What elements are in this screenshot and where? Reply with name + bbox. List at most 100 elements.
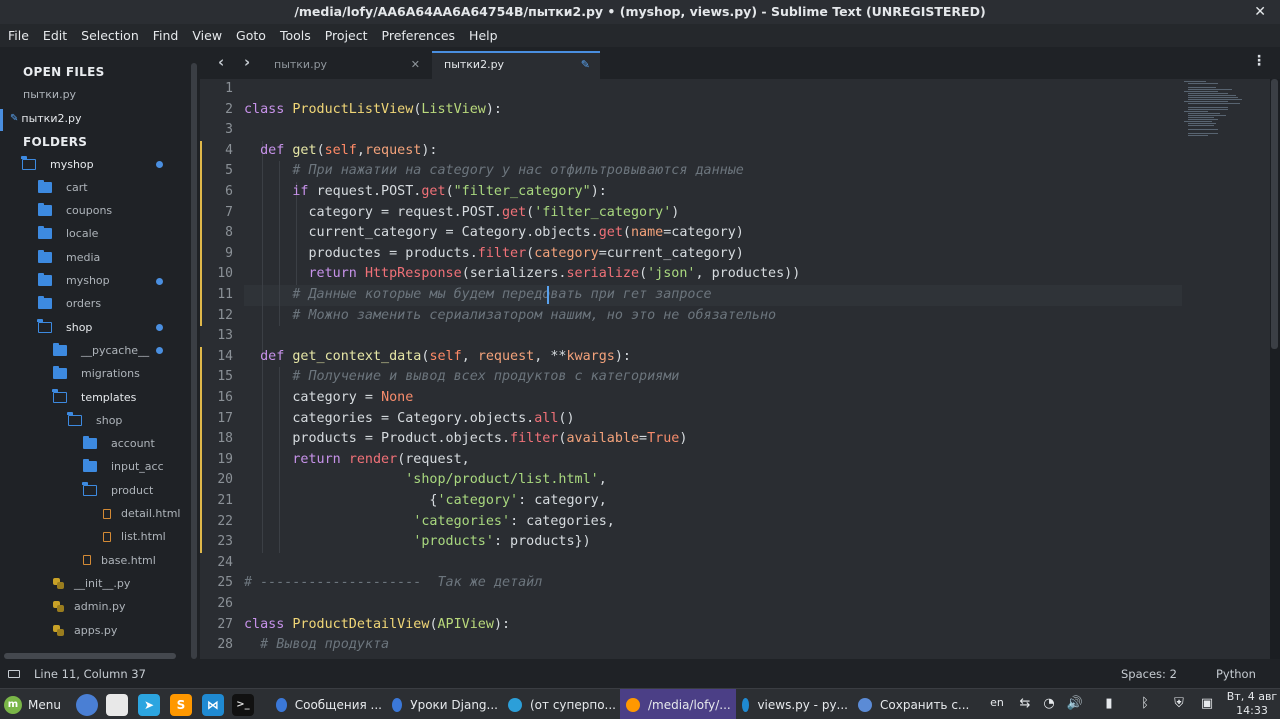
sidebar-item-apps-py[interactable]: apps.py	[0, 619, 190, 641]
sidebar-item-product[interactable]: product	[0, 479, 190, 501]
sidebar-item-coupons[interactable]: coupons	[0, 200, 190, 222]
minimap[interactable]	[1180, 79, 1270, 159]
bluetooth-icon[interactable]: ᛒ	[1136, 696, 1154, 714]
sidebar-item-myshop[interactable]: myshop	[0, 270, 190, 292]
code-line[interactable]: # Данные которые мы будем передовать при…	[244, 287, 711, 302]
code-line[interactable]: current_category = Category.objects.get(…	[244, 225, 743, 240]
code-line[interactable]: 'products': products})	[244, 534, 590, 549]
network-icon[interactable]: ⇆	[1016, 696, 1034, 714]
menu-file[interactable]: File	[0, 28, 36, 43]
sidebar-item-shop[interactable]: shop	[0, 316, 190, 338]
menu-find[interactable]: Find	[146, 28, 186, 43]
code-line[interactable]: 'categories': categories,	[244, 514, 615, 529]
editor-scrollbar[interactable]	[1271, 79, 1278, 349]
close-tab-icon[interactable]: ✕	[411, 51, 420, 79]
sidebar-item-label: myshop	[66, 274, 110, 287]
sidebar-item-myshop[interactable]: myshop	[0, 153, 190, 175]
keyboard-layout-indicator[interactable]: en	[988, 696, 1006, 714]
code-line[interactable]: # Можно заменить сериализатором нашим, н…	[244, 308, 776, 323]
start-menu-button[interactable]: m Menu	[4, 689, 61, 719]
menu-preferences[interactable]: Preferences	[375, 28, 463, 43]
launcher-terminal[interactable]: >_	[232, 689, 254, 719]
menu-selection[interactable]: Selection	[74, 28, 146, 43]
sidebar-item-label: base.html	[101, 553, 156, 567]
code-line[interactable]: products = Product.objects.filter(availa…	[244, 431, 687, 446]
battery-icon[interactable]: ▮	[1100, 696, 1118, 714]
code-token: )	[671, 204, 680, 220]
code-line[interactable]: productes = products.filter(category=cur…	[244, 246, 743, 261]
sidebar-item-detail-html[interactable]: detail.html	[0, 503, 190, 525]
launcher-sublime[interactable]: S	[170, 689, 192, 719]
menu-edit[interactable]: Edit	[36, 28, 74, 43]
syntax-selector[interactable]: Python	[1216, 667, 1256, 681]
sidebar-item-locale[interactable]: locale	[0, 223, 190, 245]
open-file-item-active[interactable]: ✎ пытки2.ру	[0, 107, 190, 129]
sidebar-item-base-html[interactable]: base.html	[0, 549, 190, 571]
code-line[interactable]: # Вывод продукта	[244, 637, 389, 652]
code-line[interactable]: return render(request,	[244, 452, 469, 467]
code-line[interactable]: category = None	[244, 390, 413, 405]
sidebar-item-input-acc[interactable]: input_acc	[0, 456, 190, 478]
sidebar-item-pycache[interactable]: __pycache__	[0, 339, 190, 361]
code-line[interactable]: def get(self,request):	[244, 143, 437, 158]
tab-pytki[interactable]: пытки.ру ✕	[262, 51, 430, 79]
menu-goto[interactable]: Goto	[229, 28, 273, 43]
code-token: # Получение и вывод всех продуктов с кат…	[292, 369, 680, 385]
sidebar-item-migrations[interactable]: migrations	[0, 363, 190, 385]
tab-pytki2[interactable]: пытки2.ру ✎	[432, 51, 600, 79]
close-icon[interactable]: ✕	[1254, 0, 1266, 24]
code-line[interactable]: class ProductListView(ListView):	[244, 102, 502, 117]
tab-bar: ‹ › пытки.ру ✕ пытки2.ру ✎ ⋮	[200, 47, 1280, 79]
code-line[interactable]: {'category': category,	[244, 493, 606, 508]
menu-help[interactable]: Help	[462, 28, 505, 43]
code-line[interactable]: def get_context_data(self, request, **kw…	[244, 349, 631, 364]
taskbar-window-1[interactable]: Сообщения ...	[270, 689, 382, 719]
open-file-item[interactable]: пытки.ру	[0, 83, 190, 105]
sidebar-item-init-py[interactable]: __init__.py	[0, 572, 190, 594]
clock[interactable]: Вт, 4 авг 14:33	[1224, 689, 1280, 718]
chevron-right-icon[interactable]: ›	[244, 53, 250, 71]
taskbar-window-4[interactable]: /media/lofy/...	[620, 689, 736, 719]
code-line[interactable]: # -------------------- Так же детайл	[244, 575, 542, 590]
volume-icon[interactable]: 🔊	[1066, 696, 1084, 714]
code-line[interactable]: category = request.POST.get('filter_cate…	[244, 205, 679, 220]
code-line[interactable]: # Получение и вывод всех продуктов с кат…	[244, 369, 679, 384]
code-token: request	[477, 348, 535, 364]
code-line[interactable]: # При нажатии на category у нас отфильтр…	[244, 163, 743, 178]
sidebar-item-list-html[interactable]: list.html	[0, 526, 190, 548]
launcher-files[interactable]	[106, 689, 128, 719]
clipboard-icon[interactable]: ▣	[1198, 696, 1216, 714]
indentation-setting[interactable]: Spaces: 2	[1121, 667, 1177, 681]
taskbar-window-3[interactable]: (от суперпо...	[502, 689, 616, 719]
taskbar-window-5[interactable]: views.py - ру...	[736, 689, 848, 719]
sidebar-item-media[interactable]: media	[0, 246, 190, 268]
launcher-telegram[interactable]: ➤	[138, 689, 160, 719]
code-line[interactable]: class ProductDetailView(APIView):	[244, 617, 510, 632]
update-manager-icon[interactable]: ⛨	[1170, 696, 1188, 714]
taskbar-window-2[interactable]: Уроки Djang...	[386, 689, 498, 719]
menu-view[interactable]: View	[185, 28, 229, 43]
sidebar-item-shop[interactable]: shop	[0, 409, 190, 431]
launcher-vscode[interactable]: ⋈	[202, 689, 224, 719]
chevron-left-icon[interactable]: ‹	[218, 53, 224, 71]
panel-toggle-icon[interactable]	[8, 670, 20, 678]
sidebar-item-admin-py[interactable]: admin.py	[0, 596, 190, 618]
code-token: class	[244, 616, 293, 632]
window-app-icon	[392, 697, 403, 712]
code-line[interactable]: categories = Category.objects.all()	[244, 411, 574, 426]
sidebar-item-orders[interactable]: orders	[0, 293, 190, 315]
sidebar-item-cart[interactable]: cart	[0, 176, 190, 198]
sidebar-item-account[interactable]: account	[0, 433, 190, 455]
menu-project[interactable]: Project	[318, 28, 375, 43]
sidebar-scrollbar[interactable]	[191, 63, 197, 659]
menu-tools[interactable]: Tools	[273, 28, 318, 43]
launcher-chromium[interactable]	[76, 689, 98, 719]
more-options-icon[interactable]: ⋮	[1252, 53, 1266, 69]
code-line[interactable]: 'shop/product/list.html',	[244, 472, 607, 487]
wifi-icon[interactable]: ◔	[1040, 696, 1058, 714]
sidebar-item-templates[interactable]: templates	[0, 386, 190, 408]
code-editor[interactable]: 1 2 3 4 5 6 7 8 9 10 11 12 13 14 15 16 17 18 19 20 21 22 23 24 2…	[200, 79, 1270, 659]
code-line[interactable]: return HttpResponse(serializers.serializ…	[244, 266, 801, 281]
code-line[interactable]: if request.POST.get("filter_category"):	[244, 184, 606, 199]
taskbar-window-6[interactable]: Сохранить с...	[852, 689, 970, 719]
